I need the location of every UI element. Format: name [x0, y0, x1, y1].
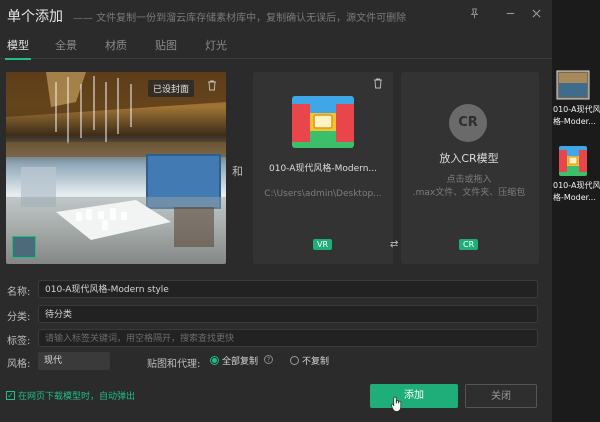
tab-texture[interactable]: 贴图	[155, 37, 177, 53]
cr-hint-line2: .max文件、文件夹、压缩包	[412, 188, 526, 198]
close-button[interactable]: 关闭	[465, 384, 537, 408]
minimize-icon[interactable]	[499, 5, 521, 27]
dialog-title: 单个添加	[7, 9, 63, 25]
cr-card-title: 放入CR模型	[439, 152, 499, 165]
tab-model[interactable]: 模型	[5, 37, 31, 60]
cr-model-card[interactable]: CR	[401, 72, 539, 264]
tab-panorama[interactable]: 全景	[55, 37, 77, 53]
swap-icon[interactable]: ⇄	[390, 239, 398, 250]
auto-popup-checkbox[interactable]: ✓	[6, 391, 15, 400]
vr-file-path: C:\Users\admin\Desktop...	[264, 189, 382, 199]
vr-tag: VR	[313, 239, 333, 250]
style-label: 风格:	[7, 359, 31, 370]
pin-icon[interactable]	[463, 5, 485, 27]
desktop-archive-icon[interactable]	[556, 146, 590, 176]
desktop-icon-1-line1: 010-A现代风	[553, 105, 600, 114]
delete-cover-icon[interactable]	[205, 80, 219, 94]
add-model-dialog: 单个添加 —— 文件复制一份到溜云库存储素材库中，复制确认无误后，源文件可删除 …	[0, 0, 552, 422]
cover-set-badge: 已设封面	[148, 80, 195, 97]
no-copy-radio[interactable]	[290, 356, 299, 365]
desktop-icon-2-line1: 010-A现代风	[553, 181, 600, 190]
archive-file-icon	[292, 96, 354, 148]
vr-file-name: 010-A现代风格-Modern...	[269, 164, 377, 174]
cr-logo-icon: CR	[449, 104, 487, 142]
vr-model-card[interactable]: 010-A现代风格-Modern... C:\Users\admin\Deskt…	[253, 72, 393, 264]
dialog-subtitle: —— 文件复制一份到溜云库存储素材库中，复制确认无误后，源文件可删除	[73, 13, 407, 24]
desktop-image-icon[interactable]	[556, 70, 590, 100]
copy-all-label[interactable]: 全部复制	[222, 354, 258, 367]
name-input[interactable]: 010-A现代风格-Modern style	[38, 280, 538, 298]
add-button[interactable]: 添加	[370, 384, 458, 408]
cover-preview-image[interactable]	[6, 72, 226, 264]
category-select[interactable]: 待分类	[38, 305, 538, 323]
texture-proxy-label: 贴图和代理:	[147, 359, 201, 370]
desktop-icon-1-line2: 格-Moder...	[553, 117, 596, 126]
cr-hint-line1: 点击或拖入	[446, 175, 492, 185]
tab-light[interactable]: 灯光	[205, 37, 227, 53]
copy-all-radio[interactable]	[210, 356, 219, 365]
and-connector: 和	[232, 165, 243, 178]
style-select[interactable]: 现代	[38, 352, 110, 370]
category-label: 分类:	[7, 312, 31, 323]
hand-cursor-icon	[391, 396, 403, 416]
help-icon[interactable]: ?	[264, 355, 273, 364]
title-bar: 单个添加 —— 文件复制一份到溜云库存储素材库中，复制确认无误后，源文件可删除	[0, 0, 552, 32]
tags-label: 标签:	[7, 336, 31, 347]
delete-vr-icon[interactable]	[371, 78, 385, 92]
desktop-icon-2-line2: 格-Moder...	[553, 193, 596, 202]
auto-popup-label[interactable]: 在网页下载模型时，自动弹出	[18, 389, 135, 402]
tags-input[interactable]: 请输入标签关键词，用空格隔开，搜索查找更快	[38, 329, 538, 347]
name-label: 名称:	[7, 287, 31, 298]
cover-thumbnail[interactable]	[12, 236, 36, 258]
no-copy-label[interactable]: 不复制	[302, 354, 329, 367]
close-icon[interactable]	[525, 5, 547, 27]
category-tabs: 模型 全景 材质 贴图 灯光	[0, 32, 552, 60]
tab-material[interactable]: 材质	[105, 37, 127, 53]
cr-tag: CR	[459, 239, 479, 250]
